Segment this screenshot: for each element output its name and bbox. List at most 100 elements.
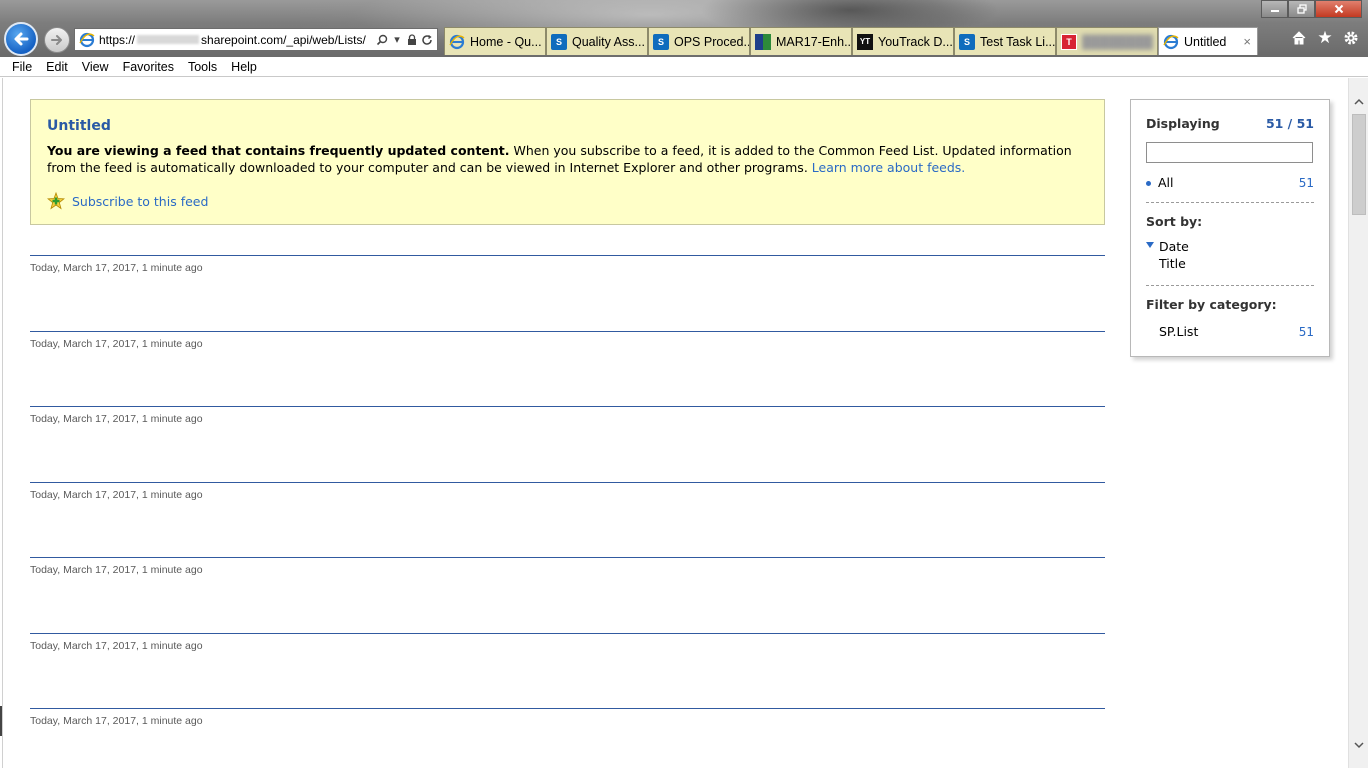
scrollbar-thumb[interactable] bbox=[1352, 114, 1366, 215]
lock-icon[interactable] bbox=[406, 32, 418, 47]
browser-toolbar: ★ bbox=[1290, 28, 1360, 48]
minimize-button[interactable] bbox=[1261, 0, 1288, 18]
category-count: 51 bbox=[1298, 324, 1314, 339]
tab-label: OPS Proced... bbox=[674, 34, 750, 49]
tab-label: Home - Qu... bbox=[470, 34, 542, 49]
subscribe-label: Subscribe to this feed bbox=[72, 193, 209, 209]
menu-bar: File Edit View Favorites Tools Help bbox=[0, 57, 1368, 77]
menu-file[interactable]: File bbox=[5, 60, 39, 74]
menu-edit[interactable]: Edit bbox=[39, 60, 75, 74]
tab-label-redacted: ████████ bbox=[1082, 34, 1153, 49]
sort-option-title[interactable]: Title bbox=[1146, 256, 1314, 273]
youtrack-icon: YT bbox=[857, 33, 873, 50]
forward-button[interactable] bbox=[44, 27, 70, 53]
menu-favorites[interactable]: Favorites bbox=[116, 60, 181, 74]
tab-youtrack[interactable]: YT YouTrack D... bbox=[852, 27, 954, 55]
tab-label: YouTrack D... bbox=[878, 34, 953, 49]
feed-item: Today, March 17, 2017, 1 minute ago bbox=[30, 481, 1105, 558]
url-redacted bbox=[137, 35, 200, 44]
feed-item-list: Today, March 17, 2017, 1 minute ago Toda… bbox=[30, 255, 1105, 768]
t-app-icon: T bbox=[1061, 33, 1077, 50]
close-icon bbox=[1334, 4, 1343, 14]
filter-all-label: All bbox=[1158, 175, 1174, 190]
minimize-icon bbox=[1270, 10, 1279, 12]
tab-strip: Home - Qu... S Quality Ass... S OPS Proc… bbox=[444, 27, 1258, 55]
gear-icon[interactable] bbox=[1342, 28, 1360, 48]
search-icon[interactable] bbox=[376, 32, 388, 47]
feed-item-date: Today, March 17, 2017, 1 minute ago bbox=[30, 639, 203, 652]
feed-search-input[interactable] bbox=[1146, 142, 1313, 163]
close-window-button[interactable] bbox=[1315, 0, 1362, 18]
tab-mar17[interactable]: MAR17-Enh... bbox=[750, 27, 852, 55]
divider bbox=[1146, 202, 1314, 203]
filter-category-label: Filter by category: bbox=[1146, 297, 1277, 312]
ie-icon bbox=[449, 34, 465, 49]
tab-label: Test Task Li... bbox=[980, 34, 1056, 49]
back-button[interactable] bbox=[4, 22, 38, 56]
sort-option-label: Date bbox=[1159, 239, 1189, 254]
feed-item-date: Today, March 17, 2017, 1 minute ago bbox=[30, 337, 203, 350]
scroll-up-icon[interactable] bbox=[1349, 92, 1368, 110]
sharepoint-icon: S bbox=[551, 33, 567, 50]
grid-app-icon bbox=[755, 33, 771, 50]
sort-by-label: Sort by: bbox=[1146, 214, 1203, 229]
tab-test-task[interactable]: S Test Task Li... bbox=[954, 27, 1056, 55]
feed-filter-panel: Displaying 51 / 51 All 51 Sort by: Date … bbox=[1130, 99, 1330, 357]
feed-item-date: Today, March 17, 2017, 1 minute ago bbox=[30, 413, 203, 425]
tab-label: MAR17-Enh... bbox=[776, 34, 852, 49]
filter-all-count: 51 bbox=[1298, 175, 1314, 190]
bullet-icon bbox=[1146, 181, 1151, 186]
feed-item: Today, March 17, 2017, 1 minute ago bbox=[30, 330, 1105, 407]
feed-notice: Untitled You are viewing a feed that con… bbox=[30, 99, 1105, 225]
sort-option-label: Title bbox=[1159, 256, 1186, 271]
feed-item: Today, March 17, 2017, 1 minute ago bbox=[30, 557, 1105, 633]
window-edge bbox=[0, 706, 2, 736]
ie-icon bbox=[79, 32, 95, 47]
menu-help[interactable]: Help bbox=[224, 60, 264, 74]
menu-view[interactable]: View bbox=[75, 60, 116, 74]
scroll-down-icon[interactable] bbox=[1349, 736, 1368, 754]
learn-more-link[interactable]: Learn more about feeds. bbox=[812, 160, 966, 175]
subscribe-link[interactable]: Subscribe to this feed bbox=[47, 192, 1088, 210]
category-sp-list[interactable]: SP.List 51 bbox=[1146, 324, 1314, 339]
address-bar[interactable]: https:// sharepoint.com/_api/web/Lists/ … bbox=[74, 28, 438, 51]
tab-label: Untitled bbox=[1184, 34, 1227, 49]
feed-item: Today, March 17, 2017, 1 minute ago bbox=[30, 708, 1105, 768]
filter-all-link[interactable]: All bbox=[1146, 175, 1174, 190]
vertical-scrollbar[interactable] bbox=[1348, 78, 1368, 768]
refresh-icon[interactable] bbox=[421, 32, 433, 47]
forward-arrow-icon bbox=[51, 35, 62, 45]
url-text: sharepoint.com/_api/web/Lists/ bbox=[201, 32, 366, 47]
close-tab-icon[interactable]: × bbox=[1243, 34, 1251, 49]
category-name: SP.List bbox=[1159, 324, 1199, 339]
feed-item: Today, March 17, 2017, 1 minute ago bbox=[30, 632, 1105, 709]
notice-bold-text: You are viewing a feed that contains fre… bbox=[47, 143, 510, 158]
tab-ops[interactable]: S OPS Proced... bbox=[648, 27, 750, 55]
feed-item: Today, March 17, 2017, 1 minute ago bbox=[30, 255, 1105, 331]
tab-quality[interactable]: S Quality Ass... bbox=[546, 27, 648, 55]
star-icon[interactable]: ★ bbox=[1316, 28, 1334, 48]
tab-home[interactable]: Home - Qu... bbox=[444, 27, 546, 55]
sharepoint-icon: S bbox=[959, 33, 975, 50]
feed-item: Today, March 17, 2017, 1 minute ago bbox=[30, 406, 1105, 482]
feed-item-date: Today, March 17, 2017, 1 minute ago bbox=[30, 488, 203, 501]
feed-item-date: Today, March 17, 2017, 1 minute ago bbox=[30, 564, 203, 576]
window-controls bbox=[1261, 0, 1362, 18]
sort-options: Date Title bbox=[1146, 239, 1314, 273]
dropdown-arrow-icon[interactable]: ▾ bbox=[391, 32, 403, 47]
home-icon[interactable] bbox=[1290, 28, 1308, 48]
restore-button[interactable] bbox=[1288, 0, 1315, 18]
tab-redacted[interactable]: T ████████ bbox=[1056, 27, 1158, 55]
back-arrow-icon bbox=[14, 32, 29, 46]
feed-content: Untitled You are viewing a feed that con… bbox=[2, 78, 1348, 768]
sort-arrow-icon bbox=[1146, 242, 1154, 248]
menu-tools[interactable]: Tools bbox=[181, 60, 224, 74]
restore-icon bbox=[1296, 4, 1307, 14]
subscribe-star-plus-icon bbox=[47, 192, 65, 210]
feed-item-date: Today, March 17, 2017, 1 minute ago bbox=[30, 262, 203, 274]
feed-item-date: Today, March 17, 2017, 1 minute ago bbox=[30, 715, 203, 727]
url-prefix: https:// bbox=[99, 32, 136, 47]
feed-notice-text: You are viewing a feed that contains fre… bbox=[47, 142, 1087, 176]
tab-untitled[interactable]: Untitled × bbox=[1158, 27, 1258, 55]
sort-option-date[interactable]: Date bbox=[1146, 239, 1314, 256]
